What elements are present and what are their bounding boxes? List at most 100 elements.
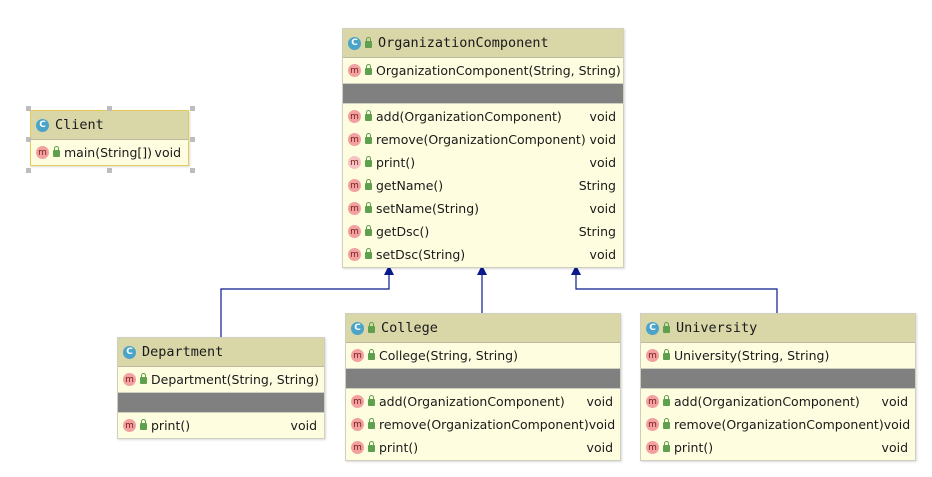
method-row[interactable]: m remove(OrganizationComponent) void	[641, 413, 915, 436]
constructor-signature: College(String, String)	[379, 348, 518, 363]
method-signature: print()	[376, 155, 416, 170]
constructor-row[interactable]: m OrganizationComponent(String, String)	[343, 59, 623, 82]
method-icon: m	[36, 146, 49, 159]
method-signature: print()	[379, 440, 419, 455]
method-signature: setDsc(String)	[376, 247, 466, 262]
public-lock-icon	[365, 36, 372, 48]
abstract-class-icon: C	[348, 36, 361, 50]
method-icon: m	[351, 441, 364, 454]
method-signature: getDsc()	[376, 224, 430, 239]
college-class-box[interactable]: C College m College(String, String) m add(…	[345, 313, 621, 461]
method-signature: print()	[151, 418, 191, 433]
method-row[interactable]: m add(OrganizationComponent) void	[343, 105, 623, 128]
return-type: void	[588, 417, 616, 432]
selection-handle[interactable]	[107, 106, 112, 111]
method-icon: m	[646, 349, 659, 362]
method-row[interactable]: m main(String[]) void	[31, 141, 188, 164]
selection-handle[interactable]	[26, 137, 31, 142]
method-icon: m	[348, 133, 361, 146]
fields-section-empty	[343, 84, 623, 104]
return-type: void	[589, 247, 616, 262]
public-lock-icon	[663, 349, 670, 360]
selection-handle[interactable]	[190, 137, 195, 142]
methods-section: m print() void	[118, 413, 324, 438]
public-lock-icon	[368, 441, 375, 452]
public-lock-icon	[663, 418, 670, 429]
method-icon: m	[351, 395, 364, 408]
method-row[interactable]: m print() void	[343, 151, 623, 174]
method-row[interactable]: m print() void	[641, 436, 915, 459]
public-lock-icon	[365, 64, 372, 75]
return-type: void	[154, 145, 181, 160]
constructor-row[interactable]: m Department(String, String)	[118, 368, 324, 391]
methods-section: m add(OrganizationComponent) void m remove(…	[346, 389, 620, 460]
method-icon: m	[348, 179, 361, 192]
public-lock-icon	[53, 146, 60, 157]
method-row[interactable]: m setName(String) void	[343, 197, 623, 220]
class-icon: C	[36, 118, 49, 132]
method-row[interactable]: m remove(OrganizationComponent) void	[346, 413, 620, 436]
client-class-box[interactable]: C Client m main(String[]) void	[30, 110, 189, 166]
method-signature: print()	[674, 440, 714, 455]
selection-handle[interactable]	[190, 106, 195, 111]
organization-component-header[interactable]: C OrganizationComponent	[343, 29, 623, 58]
public-lock-icon	[365, 179, 372, 190]
public-lock-icon	[368, 349, 375, 360]
constructor-row[interactable]: m College(String, String)	[346, 344, 620, 367]
constructor-row[interactable]: m University(String, String)	[641, 344, 915, 367]
university-header[interactable]: C University	[641, 314, 915, 343]
public-lock-icon	[663, 395, 670, 406]
class-icon: C	[351, 321, 364, 335]
constructor-signature: OrganizationComponent(String, String)	[376, 63, 621, 78]
method-icon: m	[351, 349, 364, 362]
method-row[interactable]: m print() void	[118, 414, 324, 437]
method-row[interactable]: m add(OrganizationComponent) void	[641, 390, 915, 413]
constructors-section: m University(String, String)	[641, 343, 915, 369]
class-icon: C	[123, 345, 136, 359]
college-header[interactable]: C College	[346, 314, 620, 343]
method-row[interactable]: m getDsc() String	[343, 220, 623, 243]
organization-component-class-box[interactable]: C OrganizationComponent m OrganizationCo…	[342, 28, 624, 268]
method-icon: m	[646, 441, 659, 454]
method-signature: setName(String)	[376, 201, 480, 216]
class-name: University	[676, 320, 758, 336]
selection-handle[interactable]	[26, 168, 31, 173]
public-lock-icon	[140, 419, 147, 430]
fields-section-empty	[641, 369, 915, 389]
method-signature: main(String[])	[64, 145, 153, 160]
method-signature: getName()	[376, 178, 444, 193]
class-name: College	[381, 320, 438, 336]
selection-handle[interactable]	[107, 168, 112, 173]
client-header[interactable]: C Client	[31, 111, 188, 140]
method-icon: m	[348, 202, 361, 215]
public-lock-icon	[140, 373, 147, 384]
method-row[interactable]: m getName() String	[343, 174, 623, 197]
return-type: void	[881, 440, 908, 455]
department-class-box[interactable]: C Department m Department(String, String)…	[117, 337, 325, 439]
return-type: void	[586, 440, 613, 455]
method-icon: m	[646, 395, 659, 408]
department-header[interactable]: C Department	[118, 338, 324, 367]
fields-section-empty	[346, 369, 620, 389]
public-lock-icon	[365, 133, 372, 144]
class-name: Client	[55, 117, 104, 133]
public-lock-icon	[365, 156, 372, 167]
return-type: String	[578, 178, 616, 193]
method-row[interactable]: m print() void	[346, 436, 620, 459]
public-lock-icon	[368, 321, 375, 333]
method-row[interactable]: m remove(OrganizationComponent) void	[343, 128, 623, 151]
public-lock-icon	[368, 395, 375, 406]
methods-section: m add(OrganizationComponent) void m remove(…	[343, 104, 623, 267]
public-lock-icon	[663, 441, 670, 452]
method-row[interactable]: m setDsc(String) void	[343, 243, 623, 266]
selection-handle[interactable]	[26, 106, 31, 111]
method-icon: m	[351, 418, 364, 431]
selection-handle[interactable]	[190, 168, 195, 173]
university-inheritance-line	[575, 274, 778, 313]
methods-section: m add(OrganizationComponent) void m remove(…	[641, 389, 915, 460]
class-name: OrganizationComponent	[378, 35, 549, 51]
method-row[interactable]: m add(OrganizationComponent) void	[346, 390, 620, 413]
method-icon: m	[123, 419, 136, 432]
public-lock-icon	[365, 110, 372, 121]
university-class-box[interactable]: C University m University(String, String)…	[640, 313, 916, 461]
